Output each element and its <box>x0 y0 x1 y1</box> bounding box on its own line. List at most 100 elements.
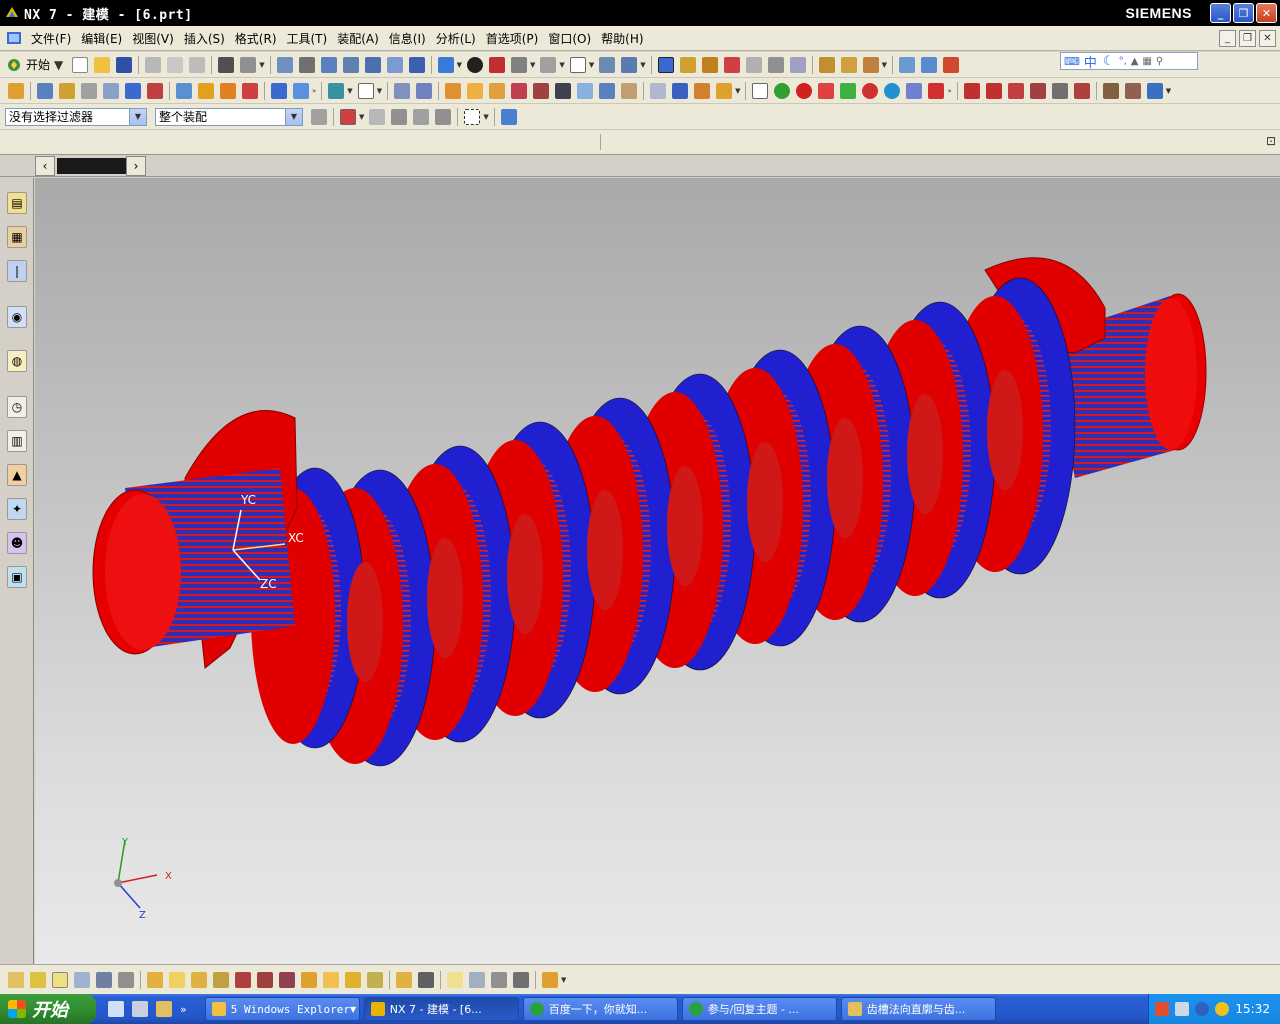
menu-help[interactable]: 帮助(H) <box>596 30 648 47</box>
new-component-icon[interactable] <box>52 971 68 988</box>
wireframe-icon[interactable] <box>511 56 528 73</box>
mirror-icon[interactable] <box>533 82 550 99</box>
doc-close-button[interactable]: ✕ <box>1259 30 1276 47</box>
title-bar[interactable]: NX 7 - 建模 - [6.prt] SIEMENS _ ❐ ✕ <box>0 0 1280 26</box>
chevron-down-icon[interactable]: ▼ <box>259 61 264 69</box>
wave-curve-icon[interactable] <box>1051 82 1068 99</box>
chevron-down-icon[interactable]: ▼ <box>882 61 887 69</box>
mate-component-icon[interactable] <box>147 971 163 988</box>
web-browser-icon[interactable]: ◍ <box>7 350 27 372</box>
history-icon[interactable]: ◷ <box>7 396 27 418</box>
quicklaunch-nx-icon[interactable] <box>156 1001 172 1017</box>
paste-icon[interactable] <box>189 56 206 73</box>
chevron-down-icon[interactable]: ▼ <box>377 87 382 95</box>
doc-minimize-button[interactable]: _ <box>1219 30 1236 47</box>
measure-distance-icon[interactable] <box>818 56 835 73</box>
cut-assembly-icon[interactable] <box>396 971 412 988</box>
chevron-down-icon[interactable]: ▼ <box>1166 87 1171 95</box>
save-icon[interactable] <box>116 56 133 73</box>
open-folder-icon[interactable] <box>94 56 111 73</box>
tube-icon[interactable] <box>103 82 119 99</box>
selection-scope-select[interactable]: 整个装配 ▼ <box>155 107 303 126</box>
datum-plane-icon[interactable] <box>328 82 345 99</box>
move-component-icon[interactable] <box>191 971 207 988</box>
slot-icon[interactable] <box>220 82 236 99</box>
snap-mid-icon[interactable] <box>723 56 740 73</box>
revolve-icon[interactable] <box>59 82 75 99</box>
line-icon[interactable] <box>963 82 980 99</box>
chamfer-icon[interactable] <box>416 82 433 99</box>
spring-icon[interactable] <box>928 82 945 99</box>
more-icon[interactable]: » <box>312 87 316 95</box>
reference-set-icon[interactable] <box>323 971 339 988</box>
arrangement-icon[interactable] <box>345 971 361 988</box>
chevron-down-icon[interactable]: ▼ <box>589 61 594 69</box>
search-icon[interactable]: ⚲ <box>1156 56 1163 67</box>
clip-section-icon[interactable] <box>599 56 616 73</box>
intersect-curve-icon[interactable] <box>1146 82 1163 99</box>
qq-tray-icon[interactable] <box>1215 1002 1230 1016</box>
select-solid-icon[interactable] <box>500 108 517 125</box>
shell-icon[interactable] <box>467 82 484 99</box>
fullscreen-icon[interactable]: ⊡ <box>1266 134 1276 148</box>
menu-format[interactable]: 格式(R) <box>230 30 282 47</box>
unite-icon[interactable] <box>271 82 287 99</box>
chevron-down-icon[interactable]: ▼ <box>359 113 364 121</box>
undo-icon[interactable] <box>218 56 235 73</box>
sphere-icon[interactable] <box>818 82 835 99</box>
nx-menu-icon[interactable] <box>6 30 22 46</box>
pattern-component-icon[interactable] <box>74 971 90 988</box>
orient-view-icon[interactable] <box>437 56 454 73</box>
task-baidu[interactable]: 百度一下，你就知... <box>522 997 678 1021</box>
collapse-tray-icon[interactable] <box>1195 1002 1210 1016</box>
task-gear-doc[interactable]: 齿槽法向直廓与齿... <box>840 997 996 1021</box>
ring-icon[interactable] <box>884 82 901 99</box>
snap-center-icon[interactable] <box>789 56 806 73</box>
thread-icon[interactable] <box>489 82 506 99</box>
tab-scroll-right-button[interactable]: › <box>126 156 146 176</box>
menu-analysis[interactable]: 分析(L) <box>431 30 481 47</box>
menu-view[interactable]: 视图(V) <box>127 30 179 47</box>
edge-blend-icon[interactable] <box>394 82 411 99</box>
sweep-icon[interactable] <box>81 82 97 99</box>
menu-information[interactable]: 信息(I) <box>384 30 431 47</box>
chevron-down-icon[interactable]: ▼ <box>640 61 645 69</box>
rectangle-select-icon[interactable] <box>464 108 481 125</box>
sketch-icon[interactable] <box>8 82 24 99</box>
spline-icon[interactable] <box>1029 82 1046 99</box>
assembly-icon[interactable] <box>8 971 24 988</box>
chevron-down-icon[interactable]: ▼ <box>735 87 740 95</box>
split-body-icon[interactable] <box>577 82 594 99</box>
shaded-icon[interactable] <box>489 56 506 73</box>
quicklaunch-more-icon[interactable]: » <box>180 1003 187 1016</box>
help-tray-icon[interactable] <box>1175 1002 1190 1016</box>
sew-icon[interactable] <box>650 82 667 99</box>
system-materials-icon[interactable]: ▥ <box>7 430 27 452</box>
select-component-icon[interactable] <box>435 108 452 125</box>
groove-icon[interactable] <box>242 82 258 99</box>
doc-restore-button[interactable]: ❐ <box>1239 30 1256 47</box>
draft-icon[interactable] <box>445 82 462 99</box>
select-face-icon[interactable] <box>391 108 408 125</box>
exploded-view-icon[interactable] <box>235 971 251 988</box>
system-scenes-icon[interactable]: ▣ <box>7 566 27 588</box>
reflection-icon[interactable] <box>942 56 959 73</box>
select-curve-icon[interactable] <box>369 108 386 125</box>
chevron-down-icon[interactable]: ▼ <box>559 61 564 69</box>
menu-insert[interactable]: 插入(S) <box>179 30 230 47</box>
start-menu-button[interactable]: 开始 ▼ <box>6 56 65 73</box>
zoom-icon[interactable] <box>320 56 337 73</box>
hole-icon[interactable] <box>147 82 163 99</box>
chevron-down-icon[interactable]: ▼ <box>530 61 535 69</box>
ime-mode[interactable]: 中 <box>1084 52 1097 71</box>
pocket-icon[interactable] <box>198 82 214 99</box>
windows-start-button[interactable]: 开始 <box>0 994 96 1024</box>
deformable-icon[interactable] <box>542 971 558 988</box>
add-component-icon[interactable] <box>30 971 46 988</box>
chevron-down-icon[interactable]: ▼ <box>285 108 302 125</box>
select-feature-icon[interactable] <box>340 108 356 125</box>
assembly-navigator-icon[interactable]: ▤ <box>7 192 27 214</box>
mirror-assembly-icon[interactable] <box>96 971 112 988</box>
type-filter-select[interactable]: 没有选择过滤器 ▼ <box>5 107 147 126</box>
assembly-navigator-filter-icon[interactable] <box>513 971 529 988</box>
